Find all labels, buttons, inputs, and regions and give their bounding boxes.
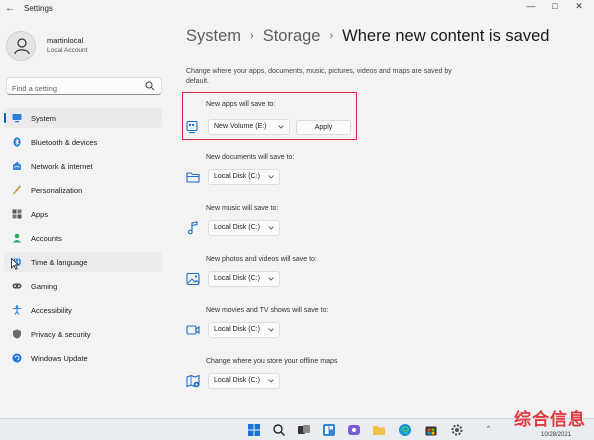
gaming-icon [12,283,22,289]
folder-icon [186,172,200,183]
sidebar-item-accounts[interactable]: Accounts [4,228,162,248]
dropdown-value: New Volume (E:) [214,123,267,130]
chevron-down-icon [268,226,274,230]
sidebar-item-gaming[interactable]: Gaming [4,276,162,296]
monitor-icon [186,120,198,134]
maximize-button[interactable]: □ [543,0,567,14]
widgets-icon[interactable] [322,423,336,437]
store-icon[interactable] [424,423,438,437]
window-title: Settings [24,4,53,13]
sidebar-item-apps[interactable]: Apps [4,204,162,224]
photos-save-label: New photos and videos will save to: [206,256,317,263]
music-note-icon [187,221,198,235]
video-icon [186,325,200,335]
account-type: Local Account [47,47,88,54]
movies-save-dropdown[interactable]: Local Disk (C:) [208,322,280,338]
sidebar-item-label: Privacy & security [31,330,91,339]
chevron-down-icon [268,328,274,332]
search-icon[interactable] [272,423,286,437]
back-arrow-icon[interactable]: ← [5,3,15,14]
dropdown-value: Local Disk (C:) [214,377,260,384]
sidebar-item-label: Apps [31,210,49,219]
sidebar-item-label: Gaming [31,282,58,291]
chevron-right-icon: › [329,30,334,42]
dropdown-value: Local Disk (C:) [214,326,260,333]
shield-icon [13,329,21,339]
bluetooth-icon [13,137,21,147]
sidebar-item-label: Windows Update [31,354,88,363]
sidebar-item-label: System [31,114,57,123]
map-icon [186,374,200,388]
sidebar-item-personalization[interactable]: Personalization [4,180,162,200]
system-icon [12,114,22,123]
search-input[interactable] [7,80,137,97]
sidebar-item-accessibility[interactable]: Accessibility [4,300,162,320]
sidebar-item-label: Accounts [31,234,62,243]
settings-gear-icon[interactable] [450,423,464,437]
chevron-down-icon [268,175,274,179]
sidebar-item-system[interactable]: System [4,108,162,128]
sidebar-item-privacy-security[interactable]: Privacy & security [4,324,162,344]
start-icon[interactable] [247,423,261,437]
chat-icon[interactable] [347,423,361,437]
apps-icon [12,209,22,219]
sidebar-item-label: Time & language [31,258,88,267]
documents-save-label: New documents will save to: [206,154,295,161]
avatar[interactable] [6,31,36,61]
sidebar-item-time-language[interactable]: Time & language [4,252,162,272]
photo-icon [186,272,200,286]
chevron-down-icon [278,125,284,129]
photos-save-dropdown[interactable]: Local Disk (C:) [208,271,280,287]
page-title: Where new content is saved [342,27,550,45]
user-name: martinlocal [47,36,84,45]
title-bar: ← Settings — □ ✕ [0,0,594,18]
tray-overflow-icon[interactable]: ^ [487,426,490,432]
mouse-cursor-icon [11,258,19,270]
breadcrumb-storage[interactable]: Storage [263,27,321,45]
accessibility-icon [13,305,21,315]
taskbar: ^ 10/28/2021 [0,418,594,440]
taskbar-date: 10/28/2021 [541,432,572,438]
search-box[interactable] [6,77,162,97]
update-icon [12,353,22,363]
movies-save-label: New movies and TV shows will save to: [206,307,329,314]
documents-save-dropdown[interactable]: Local Disk (C:) [208,169,280,185]
search-icon [145,81,155,91]
edge-icon[interactable] [398,423,412,437]
task-view-icon[interactable] [297,423,311,437]
sidebar-item-label: Network & internet [31,162,93,171]
apply-button[interactable]: Apply [296,120,351,135]
sidebar: martinlocal Local Account System Bluetoo… [0,18,170,418]
chevron-down-icon [268,379,274,383]
sidebar-item-label: Bluetooth & devices [31,138,98,147]
user-icon [14,38,30,55]
network-icon [13,161,21,170]
apps-save-dropdown[interactable]: New Volume (E:) [208,119,290,135]
brush-icon [13,185,22,195]
maps-save-label: Change where you store your offline maps [206,358,338,365]
sidebar-item-bluetooth[interactable]: Bluetooth & devices [4,132,162,152]
maps-save-dropdown[interactable]: Local Disk (C:) [208,373,280,389]
music-save-dropdown[interactable]: Local Disk (C:) [208,220,280,236]
watermark-logo: 综合信息 [514,410,586,430]
apps-save-label: New apps will save to: [206,101,276,108]
minimize-button[interactable]: — [519,0,543,14]
sidebar-item-windows-update[interactable]: Windows Update [4,348,162,368]
file-explorer-icon[interactable] [372,423,386,437]
breadcrumb-system[interactable]: System [186,27,241,45]
dropdown-value: Local Disk (C:) [214,275,260,282]
sidebar-item-network[interactable]: Network & internet [4,156,162,176]
chevron-right-icon: › [250,30,254,42]
sidebar-item-label: Accessibility [31,306,72,315]
chevron-down-icon [268,277,274,281]
accounts-icon [13,233,21,243]
sidebar-item-label: Personalization [31,186,83,195]
close-button[interactable]: ✕ [567,0,591,14]
music-save-label: New music will save to: [206,205,279,212]
dropdown-value: Local Disk (C:) [214,173,260,180]
breadcrumb: System › Storage › Where new content is save… [186,27,549,46]
active-indicator [4,113,6,123]
page-description: Change where your apps, documents, music… [186,68,452,85]
dropdown-value: Local Disk (C:) [214,224,260,231]
